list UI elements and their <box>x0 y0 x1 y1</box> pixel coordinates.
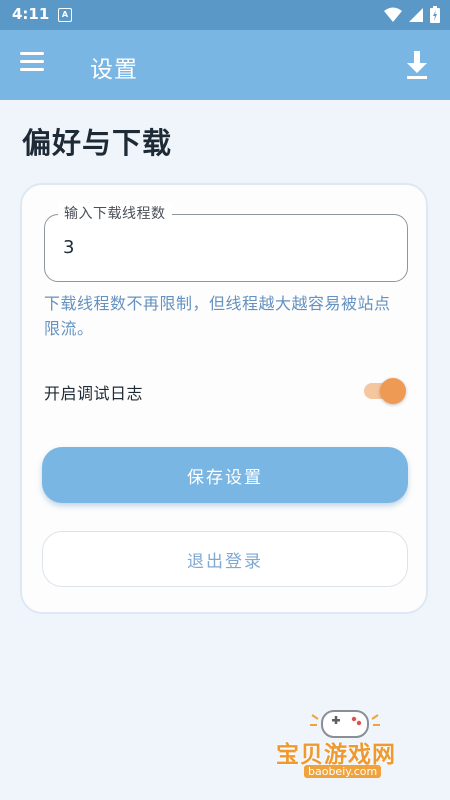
thread-count-input[interactable] <box>63 237 383 258</box>
thread-count-label: 输入下载线程数 <box>58 203 172 223</box>
save-settings-button[interactable]: 保存设置 <box>42 447 408 503</box>
wifi-icon <box>384 7 402 22</box>
status-bar: 4:11 A <box>0 0 450 30</box>
watermark-url: baobeiy.com <box>304 765 382 778</box>
thread-count-hint: 下载线程数不再限制，但线程越大越容易被站点限流。 <box>44 294 391 338</box>
logout-button[interactable]: 退出登录 <box>42 531 408 587</box>
settings-card: 输入下载线程数 下载线程数不再限制，但线程越大越容易被站点限流。 开启调试日志 … <box>20 183 428 614</box>
app-bar: 设置 <box>0 30 450 100</box>
debug-log-toggle[interactable] <box>362 378 406 404</box>
thread-count-field[interactable]: 输入下载线程数 <box>44 203 408 282</box>
menu-icon[interactable] <box>20 52 48 78</box>
status-icons <box>384 6 440 23</box>
download-icon[interactable] <box>402 49 432 81</box>
page-title: 偏好与下载 <box>22 126 173 160</box>
battery-icon <box>430 6 440 23</box>
notification-icon: A <box>58 8 72 22</box>
status-time: 4:11 <box>12 5 50 23</box>
toggle-thumb <box>380 378 406 404</box>
watermark-logo: 宝贝游戏网 baobeiy.com <box>272 705 422 793</box>
signal-icon <box>409 7 423 22</box>
app-bar-title: 设置 <box>90 57 138 83</box>
watermark-text: 宝贝游戏网 <box>276 742 396 768</box>
debug-log-label: 开启调试日志 <box>44 384 144 403</box>
